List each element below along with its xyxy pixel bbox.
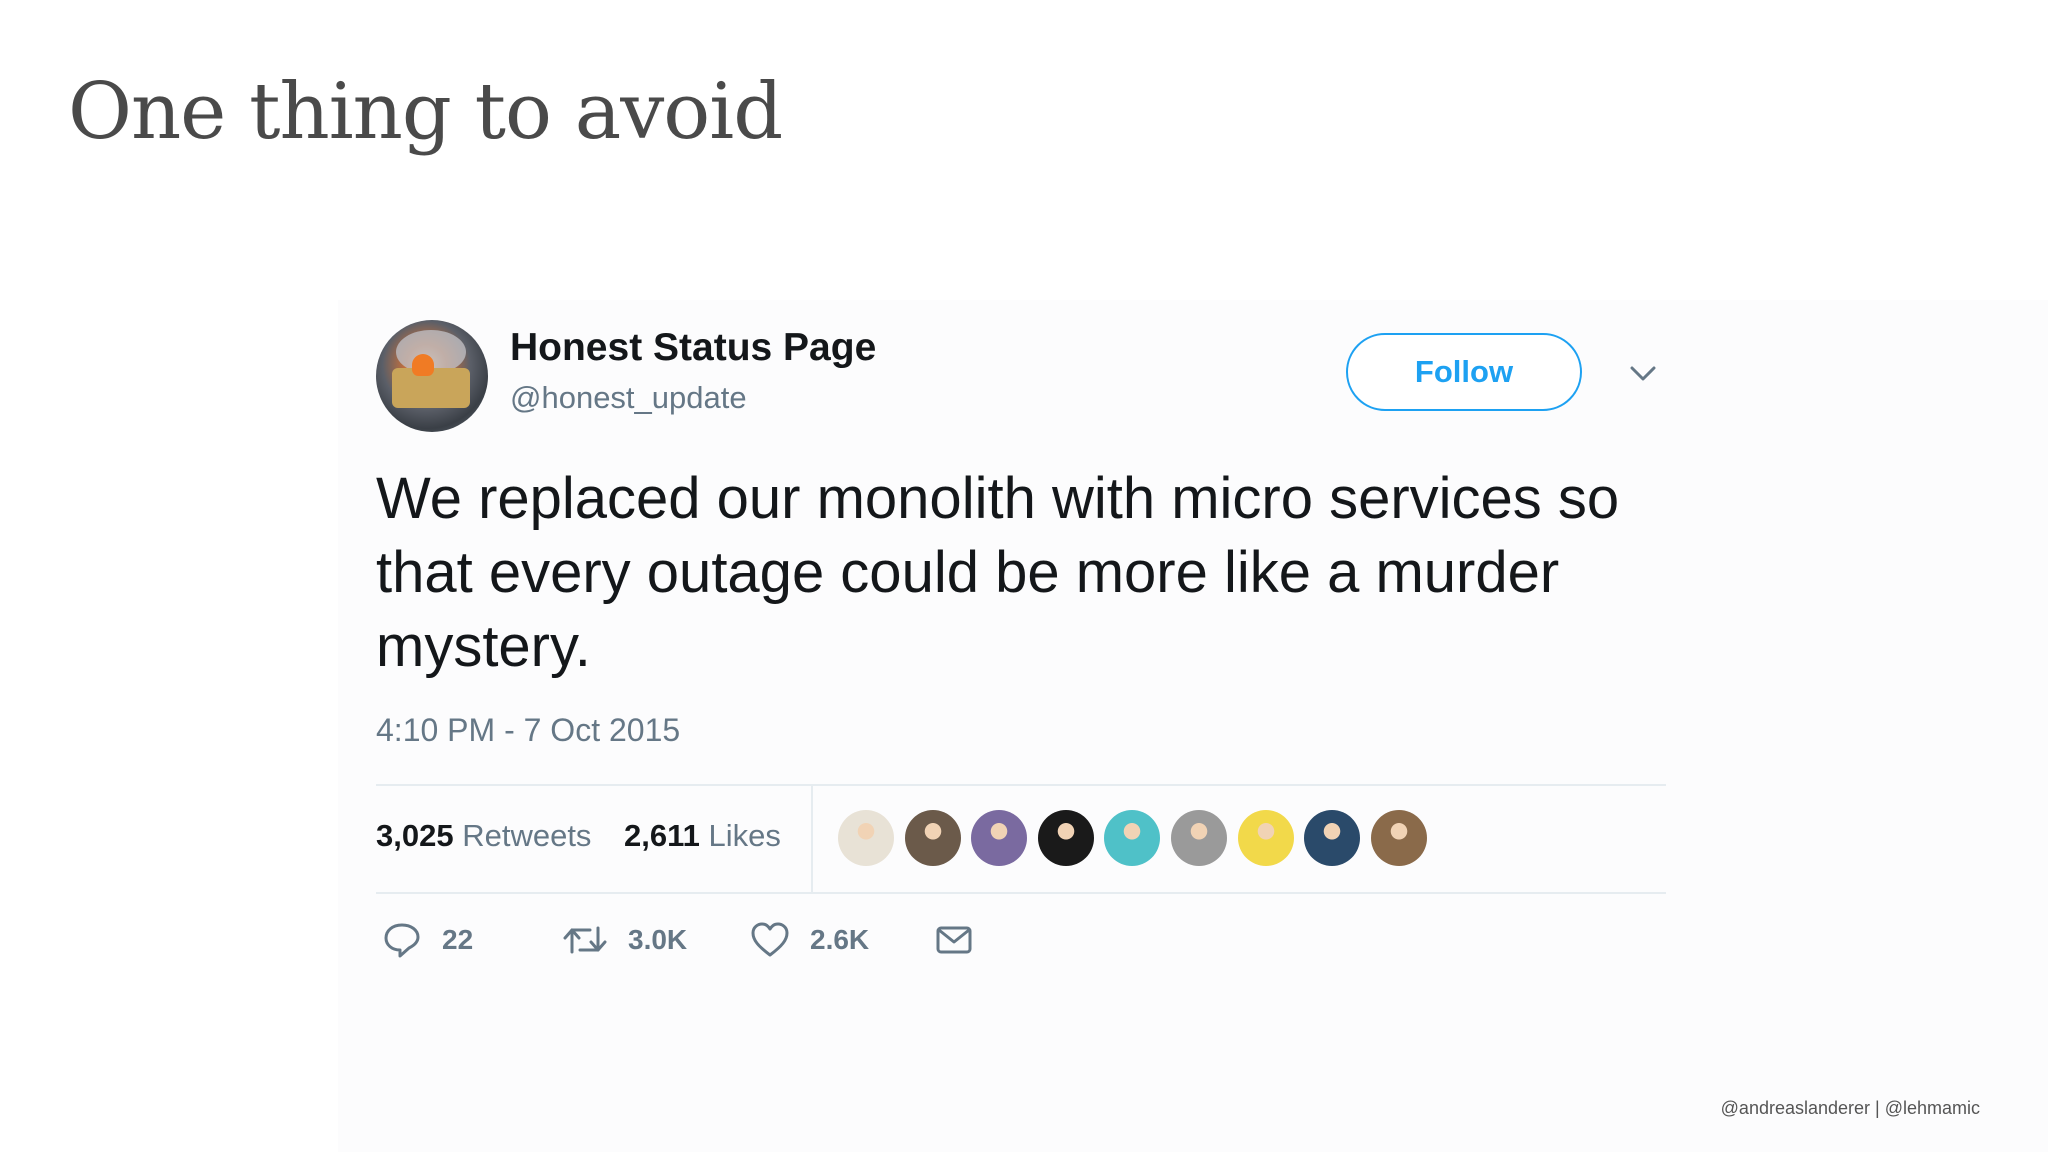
tweet-timestamp[interactable]: 4:10 PM - 7 Oct 2015 [376,712,680,749]
liker-avatar[interactable] [1237,810,1294,866]
user-name[interactable]: Honest Status Page [510,326,876,370]
liker-avatar[interactable] [904,810,961,866]
retweet-count: 3.0K [628,924,688,955]
retweet-icon [563,926,607,954]
like-action[interactable]: 2.6K [750,920,869,960]
tweet-text: We replaced our monolith with micro serv… [376,466,1620,679]
retweets-stat[interactable]: 3,025 Retweets [376,818,591,854]
liker-avatar[interactable] [1104,810,1161,866]
stats-divider [811,786,813,892]
retweet-action[interactable]: 3.0K [562,920,687,960]
chevron-down-icon[interactable] [1628,362,1658,384]
likes-label: Likes [708,818,781,853]
retweets-count: 3,025 [376,818,454,853]
divider [376,892,1666,894]
reply-count: 22 [442,924,474,955]
footer-credit: @andreaslanderer | @lehmamic [1720,1098,1980,1118]
slide-title: One thing to avoid [68,67,783,157]
divider [376,784,1666,786]
likes-count: 2,611 [624,818,700,853]
user-handle[interactable]: @honest_update [510,380,747,416]
like-count: 2.6K [810,924,870,955]
retweets-label: Retweets [462,818,592,853]
liker-avatar[interactable] [838,810,894,866]
message-action[interactable] [934,920,994,960]
follow-button[interactable]: Follow [1346,333,1582,411]
reply-action[interactable]: 22 [382,920,473,960]
liker-avatar[interactable] [1304,810,1361,866]
heart-icon [751,922,789,957]
envelope-icon [936,926,972,954]
avatar[interactable] [376,320,488,432]
liker-avatar[interactable] [1171,810,1227,866]
reply-icon [384,923,420,958]
likes-stat[interactable]: 2,611 Likes [624,818,781,854]
liker-avatar[interactable] [1370,810,1427,866]
liker-avatar[interactable] [971,810,1028,866]
liker-avatar[interactable] [1037,810,1094,866]
